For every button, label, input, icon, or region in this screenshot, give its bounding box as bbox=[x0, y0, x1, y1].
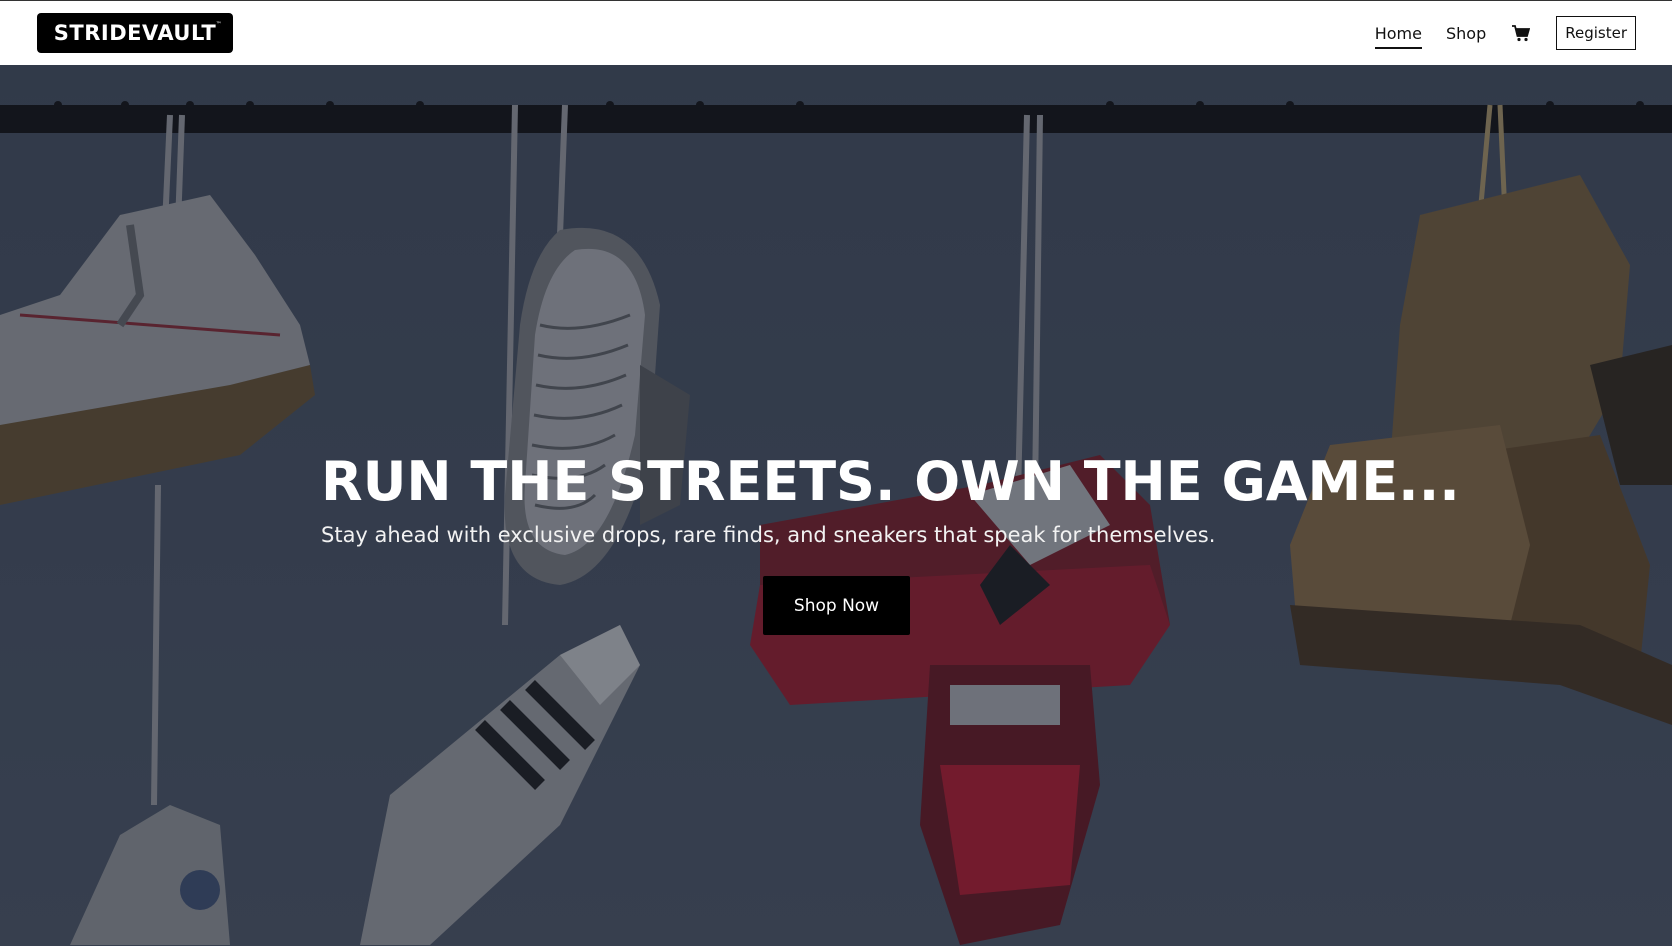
brand-name: STRIDEVAULT bbox=[53, 21, 217, 45]
shop-now-button[interactable]: Shop Now bbox=[763, 576, 910, 635]
hero-content: RUN THE STREETS. OWN THE GAME... Stay ah… bbox=[321, 450, 1460, 547]
nav-links: Home Shop Register bbox=[1374, 16, 1636, 50]
hero-title: RUN THE STREETS. OWN THE GAME... bbox=[321, 450, 1460, 513]
hero-subtitle: Stay ahead with exclusive drops, rare fi… bbox=[321, 522, 1216, 547]
nav-shop-link[interactable]: Shop bbox=[1446, 20, 1486, 47]
cart-icon[interactable] bbox=[1510, 22, 1532, 44]
brand-logo[interactable]: STRIDEVAULT ™ bbox=[37, 13, 233, 53]
register-button[interactable]: Register bbox=[1556, 16, 1636, 50]
hero-section: RUN THE STREETS. OWN THE GAME... Stay ah… bbox=[0, 65, 1672, 946]
navbar: STRIDEVAULT ™ Home Shop Register bbox=[0, 0, 1672, 65]
trademark-symbol: ™ bbox=[215, 21, 222, 28]
nav-home-link[interactable]: Home bbox=[1374, 20, 1423, 49]
